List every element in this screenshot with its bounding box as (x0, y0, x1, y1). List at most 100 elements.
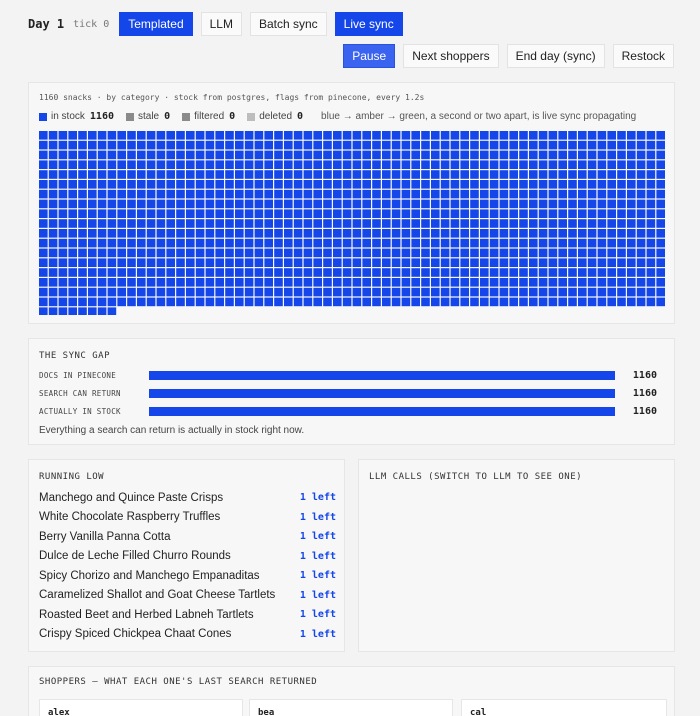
snack-cell (107, 278, 117, 287)
snack-cell (597, 287, 607, 297)
deleted-count: 0 (297, 111, 304, 122)
snack-cell (293, 150, 303, 160)
snack-cell (166, 258, 175, 267)
snack-cell (372, 180, 381, 189)
snack-cell (254, 199, 264, 209)
snack-cell (78, 209, 87, 218)
snack-cell (538, 140, 548, 150)
snack-cell (68, 140, 77, 150)
snack-grid-panel: 1160 snacks · by category · stock from p… (28, 82, 675, 324)
snack-cell (166, 180, 175, 189)
snack-cell (372, 189, 381, 199)
snack-cell (166, 131, 175, 140)
snack-cell (538, 170, 548, 179)
snack-cell (597, 170, 607, 179)
snack-cell (489, 258, 499, 267)
snack-cell (323, 219, 332, 228)
snack-cell (421, 278, 430, 287)
snack-cell (440, 140, 450, 150)
snack-cell (607, 160, 616, 169)
snack-cell (656, 140, 665, 150)
mode-templated-button[interactable]: Templated (119, 12, 193, 36)
snack-cell (39, 278, 48, 287)
snack-cell (352, 140, 362, 150)
snack-cell (117, 140, 126, 150)
pause-button[interactable]: Pause (343, 44, 396, 68)
snack-cell (656, 268, 665, 277)
snack-cell (97, 287, 107, 297)
snack-cell (431, 268, 440, 277)
snack-cell (607, 229, 616, 238)
snack-cell (362, 248, 371, 258)
snack-cell (254, 297, 264, 307)
snack-cell (156, 248, 166, 258)
snack-cell (431, 170, 440, 179)
filtered-label: filtered (194, 111, 225, 122)
snack-cell (401, 189, 411, 199)
snack-cell (88, 238, 97, 248)
sync-gap-note: Everything a search can return is actual… (39, 425, 305, 436)
snack-cell (617, 219, 626, 228)
snack-cell (401, 287, 411, 297)
mode-batch-sync-button[interactable]: Batch sync (249, 12, 327, 36)
snack-cell (313, 199, 322, 209)
mode-live-sync-button[interactable]: Live sync (334, 12, 403, 36)
snack-cell (137, 180, 146, 189)
snack-cell (137, 229, 146, 238)
snack-cell (293, 160, 303, 169)
snack-cell (156, 189, 166, 199)
end-day-button[interactable]: End day (sync) (506, 44, 605, 68)
snack-cell (450, 297, 460, 307)
snack-cell (607, 209, 616, 218)
snack-cell (117, 297, 126, 307)
snack-cell (519, 170, 528, 179)
snack-cell (303, 160, 313, 169)
snack-cell (558, 229, 567, 238)
snack-cell (401, 268, 411, 277)
snack-cell (460, 189, 469, 199)
snack-cell (293, 248, 303, 258)
snack-cell (333, 229, 342, 238)
snack-cell (303, 268, 313, 277)
snack-cell (627, 248, 636, 258)
snack-cell (499, 170, 509, 179)
snack-cell (597, 219, 607, 228)
snack-cell (254, 258, 264, 267)
snack-cell (323, 258, 332, 267)
snack-cell (313, 258, 322, 267)
snack-cell (88, 189, 97, 199)
snack-cell (617, 140, 626, 150)
snack-cell (607, 248, 616, 258)
snack-cell (107, 219, 117, 228)
snack-cell (264, 297, 273, 307)
snack-cell (97, 307, 107, 315)
snack-cell (578, 150, 587, 160)
snack-cell (186, 199, 195, 209)
snack-cell (489, 238, 499, 248)
snack-cell (480, 180, 489, 189)
snack-cell (97, 268, 107, 277)
snack-cell (401, 140, 411, 150)
next-shoppers-button[interactable]: Next shoppers (403, 44, 499, 68)
restock-button[interactable]: Restock (612, 44, 674, 68)
snack-cell (587, 297, 597, 307)
mode-llm-button[interactable]: LLM (200, 12, 242, 36)
snack-cell (215, 278, 224, 287)
snack-cell (264, 189, 273, 199)
snack-cell (627, 278, 636, 287)
snack-cell (401, 209, 411, 218)
snack-cell (352, 229, 362, 238)
stale-swatch (126, 112, 134, 121)
snack-cell (627, 189, 636, 199)
snack-cell (617, 229, 626, 238)
snack-cell (548, 160, 558, 169)
snack-cell (97, 248, 107, 258)
llm-calls-title: LLM CALLS (SWITCH TO LLM TO SEE ONE) (369, 472, 583, 482)
snack-cell (548, 268, 558, 277)
list-item: Berry Vanilla Panna Cotta 1 left (39, 527, 336, 547)
snack-cell (411, 180, 420, 189)
snack-cell (323, 131, 332, 140)
snack-cell (195, 268, 205, 277)
snack-cell (636, 209, 646, 218)
snack-cell (127, 131, 136, 140)
